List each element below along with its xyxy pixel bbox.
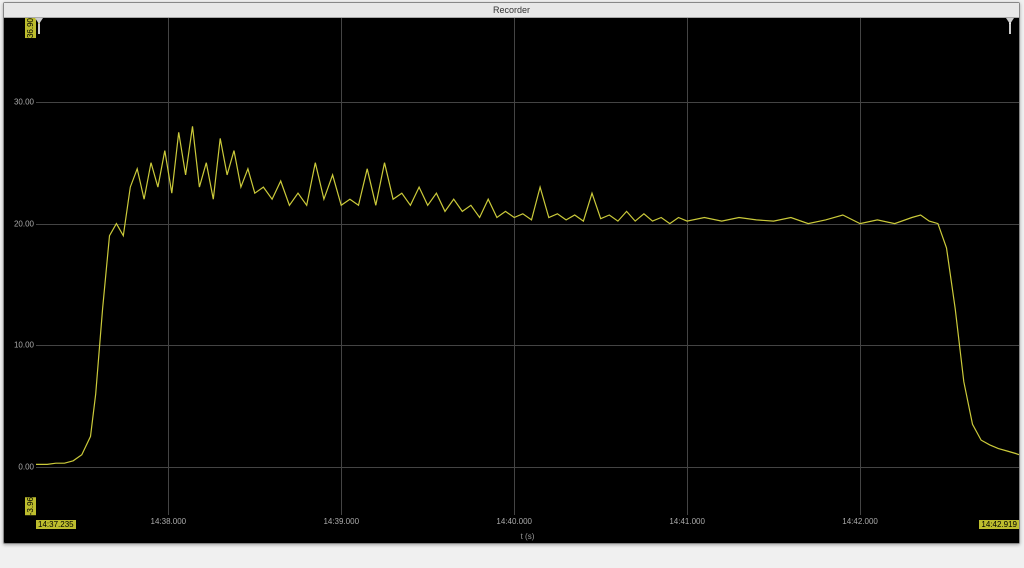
x-tick: 14:38.000 (151, 517, 187, 526)
y-tick: 30.00 (14, 97, 34, 106)
x-tick: 14:39.000 (323, 517, 359, 526)
x-tick: 14:40.000 (496, 517, 532, 526)
x-tick: 14:42.000 (842, 517, 878, 526)
y-tick: 0.00 (18, 462, 34, 471)
pressure-trace (36, 126, 1019, 464)
x-axis: 14:37.235 14:42.919 t (s) 14:38.000 14:39… (36, 515, 1019, 543)
chart-trace-svg (36, 18, 1019, 515)
y-tick: 10.00 (14, 341, 34, 350)
cursor-end-marker[interactable] (1009, 18, 1011, 34)
y-axis: 36.90 -3.96 Chamber pressure (bar) 0.001… (4, 18, 36, 515)
cursor-start-marker[interactable] (38, 18, 40, 34)
x-tick: 14:41.000 (669, 517, 705, 526)
x-axis-label: t (s) (521, 532, 535, 541)
x-max-marker: 14:42.919 (979, 520, 1019, 529)
recorder-window: Recorder 36.90 -3.96 Chamber pressure (b… (3, 2, 1020, 544)
y-tick: 20.00 (14, 219, 34, 228)
window-title: Recorder (4, 3, 1019, 18)
x-min-marker: 14:37.235 (36, 520, 76, 529)
plot-area[interactable]: 36.90 -3.96 Chamber pressure (bar) 0.001… (4, 18, 1019, 543)
y-min-marker: -3.96 (25, 497, 36, 515)
